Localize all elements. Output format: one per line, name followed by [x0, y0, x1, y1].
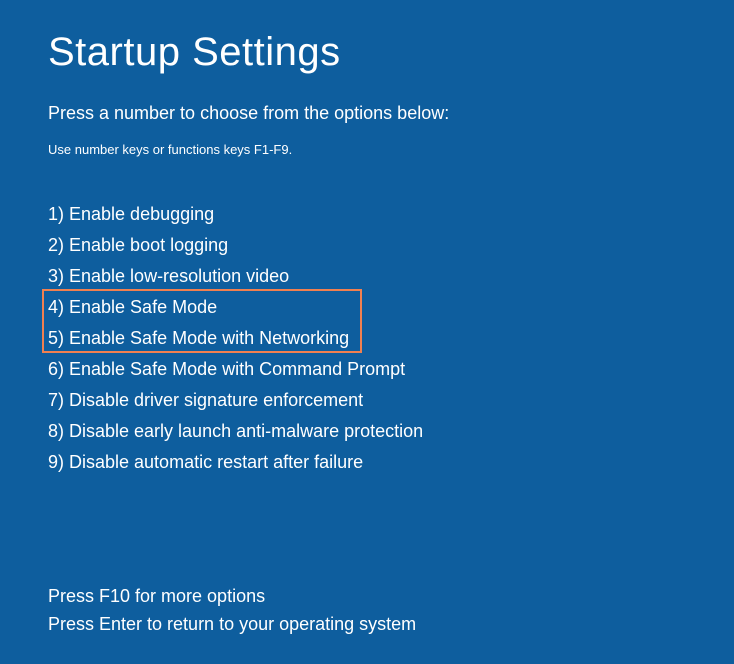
footer-return: Press Enter to return to your operating … — [48, 610, 686, 638]
footer: Press F10 for more options Press Enter t… — [48, 582, 686, 638]
option-1[interactable]: 1) Enable debugging — [48, 199, 686, 230]
option-7[interactable]: 7) Disable driver signature enforcement — [48, 385, 686, 416]
option-2[interactable]: 2) Enable boot logging — [48, 230, 686, 261]
instruction-text: Press a number to choose from the option… — [48, 103, 686, 124]
option-4[interactable]: 4) Enable Safe Mode — [48, 292, 686, 323]
option-3[interactable]: 3) Enable low-resolution video — [48, 261, 686, 292]
option-6[interactable]: 6) Enable Safe Mode with Command Prompt — [48, 354, 686, 385]
option-8[interactable]: 8) Disable early launch anti-malware pro… — [48, 416, 686, 447]
page-title: Startup Settings — [48, 30, 686, 75]
hint-text: Use number keys or functions keys F1-F9. — [48, 142, 686, 157]
options-list: 1) Enable debugging 2) Enable boot loggi… — [48, 199, 686, 478]
option-5[interactable]: 5) Enable Safe Mode with Networking — [48, 323, 686, 354]
option-9[interactable]: 9) Disable automatic restart after failu… — [48, 447, 686, 478]
footer-more-options: Press F10 for more options — [48, 582, 686, 610]
